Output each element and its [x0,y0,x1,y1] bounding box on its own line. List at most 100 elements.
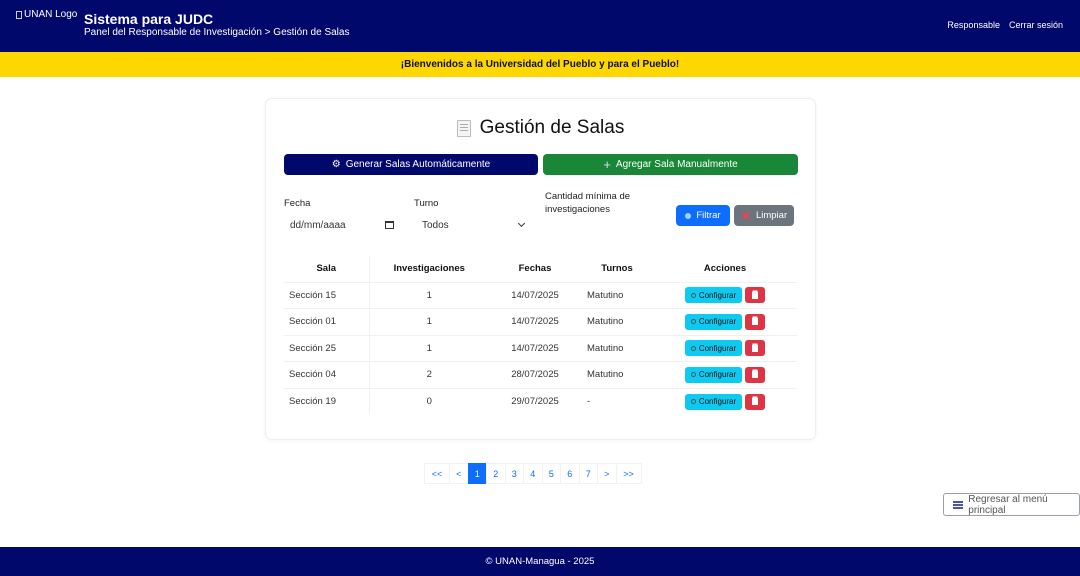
delete-button[interactable] [745,366,765,383]
back-to-menu-button[interactable]: Regresar al menú principal [943,493,1080,516]
col-fechas: Fechas [518,263,552,275]
cell-turnos: Matutino [581,334,653,362]
cell-investigaciones: 1 [369,281,489,309]
top-nav: Responsable Cerrar sesión [947,20,1063,30]
cell-fechas: 14/07/2025 [489,334,581,362]
clear-button[interactable]: ✕ Limpiar [734,205,794,226]
gear-icon: ⚙ [331,159,341,170]
gear-icon [690,292,696,298]
generate-rooms-label: Generar Salas Automáticamente [345,159,491,170]
page-2-button[interactable]: 2 [486,463,506,484]
page-6-button[interactable]: 6 [560,463,580,484]
gear-icon [690,372,696,378]
cell-sala: Sección 25 [284,334,370,362]
cell-fechas: 14/07/2025 [489,308,581,335]
chevron-down-icon [517,219,526,228]
fecha-input[interactable]: dd/mm/aaaa [284,215,400,235]
role-link[interactable]: Responsable [947,20,1000,30]
footer-text: © UNAN-Managua - 2025 [485,556,595,567]
configure-button[interactable]: Configurar [685,340,742,357]
page-1-button[interactable]: 1 [467,463,487,484]
logo-alt-text: UNAN Logo [24,9,78,20]
col-sala: Sala [284,256,370,282]
turno-label: Turno [414,198,439,209]
cell-acciones: Configurar [653,387,797,415]
cell-fechas: 14/07/2025 [489,281,581,309]
welcome-banner: ¡Bienvenidos a la Universidad del Pueblo… [0,52,1080,77]
delete-button[interactable] [745,340,765,357]
breadcrumb: Panel del Responsable de Investigación >… [84,27,350,38]
configure-button[interactable]: Configurar [685,287,742,304]
turno-select[interactable]: Todos [414,215,532,235]
cell-sala: Sección 04 [284,361,370,388]
footer: © UNAN-Managua - 2025 [0,547,1080,576]
table-row: Sección 19 0 29/07/2025- Configurar [284,387,797,415]
fecha-label: Fecha [284,198,311,209]
configure-button[interactable]: Configurar [685,393,742,410]
generate-rooms-button[interactable]: ⚙ Generar Salas Automáticamente [284,154,538,175]
filter-label: Filtrar [696,210,721,221]
cell-turnos: Matutino [581,308,653,335]
cell-sala: Sección 19 [284,387,370,415]
configure-button[interactable]: Configurar [685,366,742,383]
filter-button[interactable]: Filtrar [676,205,730,226]
cell-turnos: Matutino [581,361,653,388]
app-title: Sistema para JUDC [84,11,214,27]
cell-fechas: 28/07/2025 [489,361,581,388]
cell-acciones: Configurar [653,334,797,362]
configure-label: Configurar [698,370,737,380]
cell-investigaciones: 1 [369,308,489,335]
configure-button[interactable]: Configurar [685,313,742,330]
col-investigaciones: Investigaciones [393,263,465,275]
plus-icon: + [603,157,611,172]
table-row: Sección 25 1 14/07/2025 Matutino Configurar [284,334,797,362]
trash-icon [752,318,758,326]
last-page-button[interactable]: >> [615,463,642,484]
trash-icon [752,291,758,299]
ledger-icon [456,119,471,137]
page-5-button[interactable]: 5 [541,463,561,484]
page-4-button[interactable]: 4 [523,463,543,484]
col-turnos: Turnos [601,263,633,275]
delete-button[interactable] [745,313,765,330]
cell-turnos: Matutino [581,281,653,309]
clear-label: Limpiar [755,210,788,221]
table-row: Sección 01 1 14/07/2025 Matutino Configurar [284,308,797,335]
gear-icon [690,319,696,325]
filter-icon [685,212,692,219]
add-room-label: Agregar Sala Manualmente [615,159,738,170]
configure-label: Configurar [698,317,737,327]
pagination: << < 1234567 > >> [424,463,642,484]
cell-turnos: - [581,387,653,415]
delete-button[interactable] [745,287,765,304]
cell-investigaciones: 0 [369,387,489,415]
cell-investigaciones: 2 [369,361,489,388]
cell-sala: Sección 15 [284,281,370,309]
next-page-button[interactable]: > [597,463,617,484]
page-title-text: Gestión de Salas [479,117,625,138]
trash-icon [752,344,758,352]
prev-page-button[interactable]: < [449,463,469,484]
cell-fechas: 29/07/2025 [489,387,581,415]
gear-icon [690,399,696,404]
calendar-icon[interactable] [385,221,394,229]
page-title: Gestión de Salas [266,117,815,139]
turno-selected-value: Todos [422,219,449,231]
cell-investigaciones: 1 [369,334,489,362]
cantidad-label: Cantidad mínima de investigaciones [545,191,631,215]
page-3-button[interactable]: 3 [504,463,524,484]
cell-acciones: Configurar [653,308,797,335]
first-page-button[interactable]: << [424,463,450,484]
cell-acciones: Configurar [653,361,797,388]
back-to-menu-label: Regresar al menú principal [968,493,1048,516]
logout-link[interactable]: Cerrar sesión [1009,20,1063,30]
delete-button[interactable] [745,393,765,410]
configure-label: Configurar [698,343,737,353]
configure-label: Configurar [698,290,737,300]
table-header-row: Sala Investigaciones Fechas Turnos Accio… [284,256,797,282]
gear-icon [690,345,696,351]
unan-logo: UNAN Logo [16,9,77,20]
page-7-button[interactable]: 7 [578,463,598,484]
trash-icon [752,371,758,379]
add-room-button[interactable]: + Agregar Sala Manualmente [543,154,798,175]
